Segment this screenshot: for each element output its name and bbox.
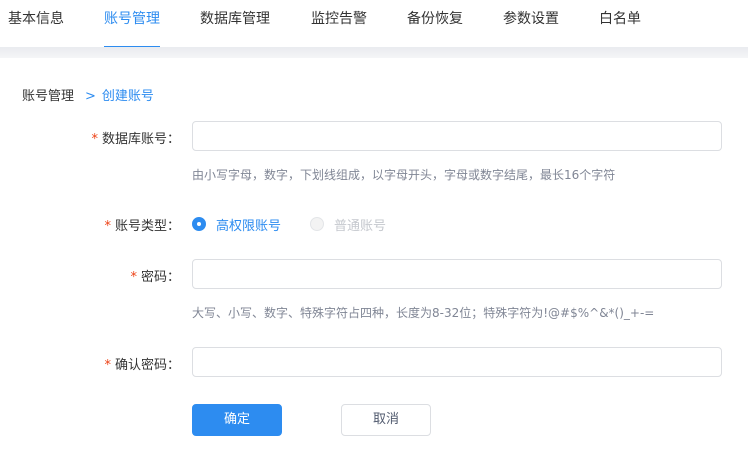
confirm-password-label-text: 确认密码：	[114, 358, 180, 373]
radio-disabled-icon	[310, 217, 324, 231]
tab-basic-info[interactable]: 基本信息	[8, 0, 64, 47]
required-mark: *	[91, 132, 98, 147]
confirm-password-input[interactable]	[192, 347, 722, 377]
radio-normal-label: 普通账号	[334, 218, 387, 234]
radio-checked-icon	[192, 217, 206, 231]
tab-whitelist[interactable]: 白名单	[599, 0, 641, 47]
tab-bar-divider	[0, 47, 748, 58]
tab-parameter-settings[interactable]: 参数设置	[503, 0, 559, 47]
radio-high-privilege-account[interactable]: 高权限账号	[192, 216, 282, 234]
confirm-password-label: * 确认密码：	[0, 354, 180, 373]
password-input[interactable]	[192, 259, 722, 289]
breadcrumb: 账号管理 > 创建账号	[22, 85, 154, 104]
tab-backup-restore[interactable]: 备份恢复	[407, 0, 463, 47]
tab-monitoring-alerts[interactable]: 监控告警	[311, 0, 367, 47]
radio-normal-account[interactable]: 普通账号	[310, 216, 387, 234]
required-mark: *	[104, 358, 111, 373]
confirm-button[interactable]: 确定	[192, 404, 282, 436]
breadcrumb-separator: >	[85, 89, 96, 104]
password-hint: 大写、小写、数字、特殊字符占四种，长度为8-32位；特殊字符为!@#$%^&*(…	[192, 306, 655, 320]
db-account-label: * 数据库账号：	[0, 128, 180, 147]
tab-database-management[interactable]: 数据库管理	[200, 0, 270, 47]
account-type-label-text: 账号类型：	[114, 219, 180, 234]
breadcrumb-root[interactable]: 账号管理	[22, 89, 74, 104]
required-mark: *	[130, 270, 137, 285]
password-label: * 密码：	[0, 266, 180, 285]
cancel-button[interactable]: 取消	[341, 404, 431, 436]
top-tab-bar: 基本信息 账号管理 数据库管理 监控告警 备份恢复 参数设置 白名单	[0, 0, 748, 48]
db-account-hint: 由小写字母，数字，下划线组成，以字母开头，字母或数字结尾，最长16个字符	[192, 168, 616, 182]
db-account-input[interactable]	[192, 121, 722, 151]
required-mark: *	[104, 219, 111, 234]
account-type-label: * 账号类型：	[0, 215, 180, 234]
radio-high-privilege-label: 高权限账号	[216, 218, 282, 234]
breadcrumb-current: 创建账号	[101, 89, 154, 104]
db-account-label-text: 数据库账号：	[101, 132, 180, 147]
tab-account-management[interactable]: 账号管理	[104, 0, 160, 48]
tab-account-management-label: 账号管理	[104, 11, 160, 27]
password-label-text: 密码：	[140, 270, 180, 285]
